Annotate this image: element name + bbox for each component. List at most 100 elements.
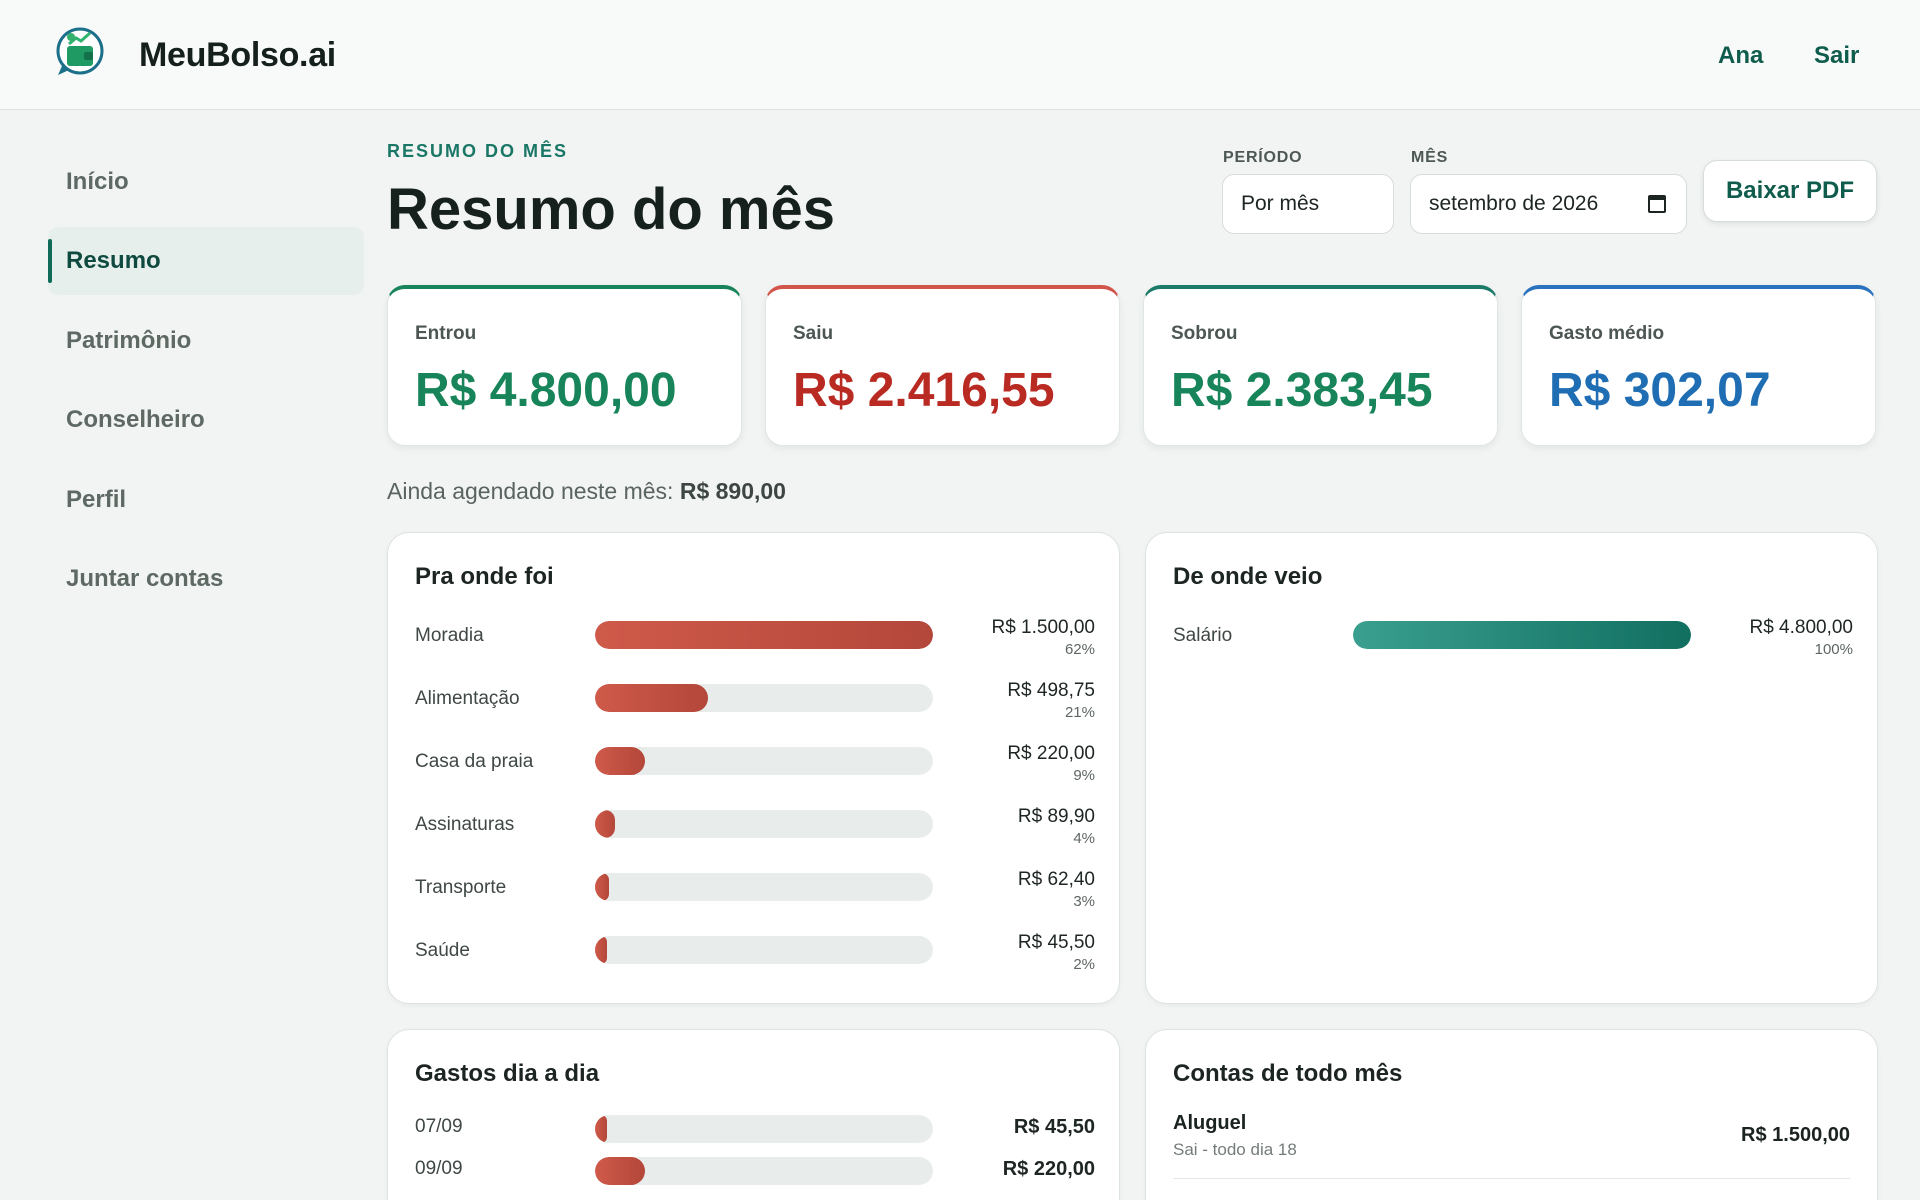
brand-name: MeuBolso.ai [139, 36, 336, 74]
bar-fill [595, 873, 610, 901]
bar-amount: R$ 89,90 [1017, 806, 1095, 827]
bar-row: Alimentação R$ 498,75 21% [415, 680, 1095, 734]
panel-title: Gastos dia a dia [415, 1060, 600, 1087]
outflows-panel: Pra onde foi Moradia R$ 1.500,00 62% Alimen… [387, 532, 1120, 1004]
page-title: Resumo do mês [387, 177, 835, 242]
day-row: 09/09 R$ 220,00 [415, 1154, 1095, 1190]
day-amount: R$ 220,00 [1002, 1158, 1095, 1180]
top-bar: MeuBolso.ai Ana Sair [0, 0, 1920, 110]
panel-title: Pra onde foi [415, 563, 554, 590]
sidebar-item-perfil[interactable]: Perfil [48, 466, 364, 534]
month-input[interactable]: setembro de 2026 [1410, 174, 1687, 234]
wallet-chart-icon[interactable] [54, 26, 106, 78]
bar-amount: R$ 498,75 [1007, 680, 1095, 701]
bar-fill [595, 747, 645, 775]
bar-label: Salário [1173, 625, 1233, 646]
bar-amount: R$ 4.800,00 [1749, 617, 1853, 638]
bar-track [595, 1115, 933, 1143]
bar-fill [595, 810, 616, 838]
stat-label: Entrou [415, 323, 477, 344]
stat-label: Sobrou [1171, 323, 1238, 344]
bar-fill [595, 936, 607, 964]
bar-fill [595, 684, 708, 712]
bar-track [595, 621, 933, 649]
panel-title: De onde veio [1173, 563, 1323, 590]
day-row: 07/09 R$ 45,50 [415, 1112, 1095, 1148]
bar-percent: 9% [1073, 767, 1095, 784]
bar-track [595, 1157, 933, 1185]
sidebar-item-label: Início [66, 168, 129, 195]
stat-label: Gasto médio [1549, 323, 1665, 344]
bar-percent: 3% [1073, 893, 1095, 910]
bar-amount: R$ 1.500,00 [991, 617, 1095, 638]
bar-percent: 62% [1064, 641, 1095, 658]
sidebar-item-label: Juntar contas [66, 565, 224, 592]
bar-row: Casa da praia R$ 220,00 9% [415, 743, 1095, 797]
user-link[interactable]: Ana [1718, 42, 1763, 70]
bar-amount: R$ 220,00 [1007, 743, 1095, 764]
period-label: PERÍODO [1223, 149, 1303, 166]
bar-track [1353, 621, 1691, 649]
stat-value: R$ 2.416,55 [793, 364, 1055, 417]
daily-panel: Gastos dia a dia 07/09 R$ 45,50 09/09 R$ 22… [387, 1029, 1120, 1200]
stat-card-entrou: Entrou R$ 4.800,00 [387, 285, 742, 446]
bar-label: Assinaturas [415, 814, 515, 835]
sidebar-item-resumo[interactable]: Resumo [48, 227, 364, 295]
day-label: 07/09 [415, 1116, 463, 1137]
stat-card-gasto-medio: Gasto médio R$ 302,07 [1521, 285, 1876, 446]
month-label: MÊS [1411, 149, 1449, 166]
bar-percent: 2% [1073, 956, 1095, 973]
bill-name: Aluguel [1173, 1112, 1247, 1134]
bar-row: Assinaturas R$ 89,90 4% [415, 806, 1095, 860]
bar-amount: R$ 45,50 [1017, 932, 1095, 953]
bar-label: Casa da praia [415, 751, 534, 772]
bar-label: Saúde [415, 940, 470, 961]
bar-label: Transporte [415, 877, 507, 898]
bar-percent: 100% [1814, 641, 1853, 658]
bar-row: Transporte R$ 62,40 3% [415, 869, 1095, 923]
stat-value: R$ 302,07 [1549, 364, 1771, 417]
bar-fill [595, 621, 933, 649]
bill-detail: Sai - todo dia 18 [1173, 1140, 1297, 1159]
logout-link[interactable]: Sair [1814, 42, 1859, 70]
bar-row: Salário R$ 4.800,00 100% [1173, 617, 1853, 671]
stat-label: Saiu [793, 323, 834, 344]
period-select[interactable]: Por mês [1222, 174, 1394, 234]
bar-amount: R$ 62,40 [1017, 869, 1095, 890]
bar-track [595, 936, 933, 964]
bar-percent: 21% [1064, 704, 1095, 721]
bar-label: Alimentação [415, 688, 520, 709]
bar-label: Moradia [415, 625, 484, 646]
stat-card-saiu: Saiu R$ 2.416,55 [765, 285, 1120, 446]
bar-fill [595, 1115, 607, 1143]
period-value: Por mês [1241, 192, 1320, 215]
day-amount: R$ 45,50 [1013, 1116, 1095, 1138]
bar-percent: 4% [1073, 830, 1095, 847]
month-value: setembro de 2026 [1429, 192, 1599, 215]
scheduled-note: Ainda agendado neste mês: R$ 890,00 [387, 478, 786, 505]
bill-amount: R$ 1.500,00 [1741, 1124, 1850, 1146]
sidebar-item-juntar-contas[interactable]: Juntar contas [48, 545, 364, 613]
sidebar-item-label: Patrimônio [66, 327, 192, 354]
bar-row: Moradia R$ 1.500,00 62% [415, 617, 1095, 671]
calendar-icon[interactable] [1648, 195, 1666, 213]
day-label: 09/09 [415, 1158, 463, 1179]
panel-title: Contas de todo mês [1173, 1060, 1403, 1087]
sidebar-item-patrimonio[interactable]: Patrimônio [48, 307, 364, 375]
page-eyebrow: RESUMO DO MÊS [387, 141, 569, 161]
stat-card-sobrou: Sobrou R$ 2.383,45 [1143, 285, 1498, 446]
download-pdf-button[interactable]: Baixar PDF [1703, 160, 1877, 222]
scheduled-amount: R$ 890,00 [679, 478, 786, 504]
bar-fill [595, 1157, 645, 1185]
stat-value: R$ 2.383,45 [1171, 364, 1433, 417]
stat-value: R$ 4.800,00 [415, 364, 677, 417]
bar-fill [1353, 621, 1691, 649]
divider [1173, 1178, 1850, 1179]
sidebar-item-conselheiro[interactable]: Conselheiro [48, 386, 364, 454]
bar-track [595, 747, 933, 775]
bar-track [595, 810, 933, 838]
sidebar-item-label: Resumo [66, 247, 161, 274]
sidebar-item-inicio[interactable]: Início [48, 148, 364, 216]
scheduled-text: Ainda agendado neste mês: [387, 478, 674, 504]
inflows-panel: De onde veio Salário R$ 4.800,00 100% [1145, 532, 1878, 1004]
